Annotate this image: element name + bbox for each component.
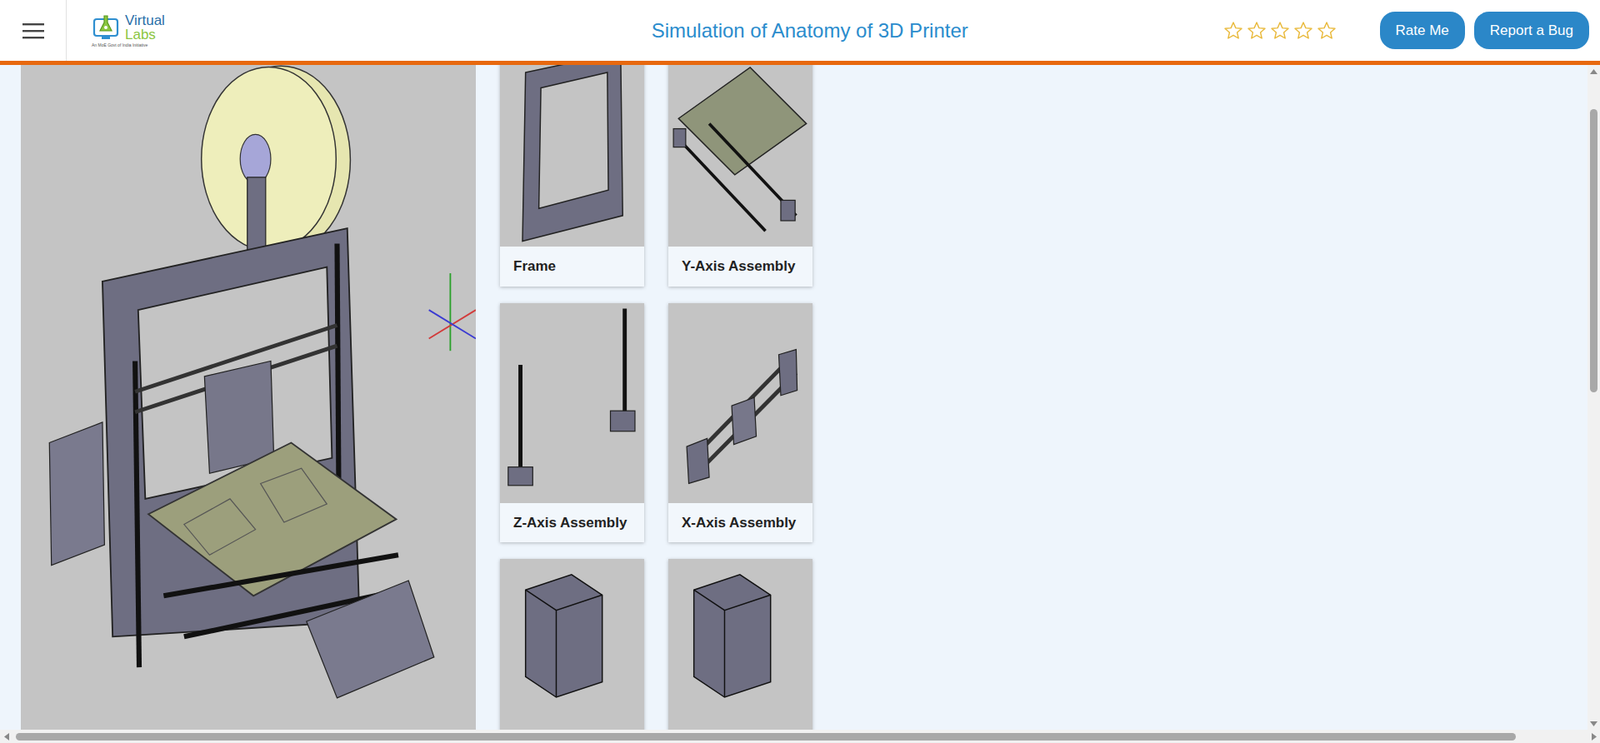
component-label[interactable]: Z-Axis Assembly [500,503,645,544]
z-axis-part-icon [500,303,645,504]
star-icon [1270,20,1290,41]
title-area: Simulation of Anatomy of 3D Printer [165,15,1224,46]
frame-part-icon [500,65,645,247]
component-label[interactable]: Frame [500,246,645,287]
component-card[interactable]: Frame [500,65,645,287]
scroll-right-icon [1587,733,1600,741]
top-bar: VirtualLabsAn MoE Govt of India Initiati… [0,0,1600,65]
logo[interactable]: VirtualLabsAn MoE Govt of India Initiati… [91,12,165,50]
rate-me-button[interactable]: Rate Me [1380,11,1465,50]
page-title: Simulation of Anatomy of 3D Printer [651,15,969,46]
box-part-icon [668,559,813,730]
printer-model-icon[interactable] [20,65,476,726]
scroll-left-icon [0,733,13,741]
report-bug-button[interactable]: Report a Bug [1474,11,1590,50]
rating-stars[interactable] [1223,20,1337,41]
star-icon [1223,20,1244,41]
printer-viewer[interactable] [20,65,476,730]
vertical-scrollbar[interactable] [1587,65,1600,730]
scroll-up-icon [1590,65,1598,78]
star-icon [1316,20,1337,41]
logo-tagline: An MoE Govt of India Initiative [91,42,148,50]
component-card[interactable]: Z-Axis Assembly [500,303,645,544]
x-axis-part-icon [668,303,813,504]
logo-icon [91,12,122,43]
menu-button[interactable] [0,0,67,61]
component-card[interactable]: X-Axis Assembly [668,303,813,544]
box-part-icon [500,559,645,730]
star-icon [1293,20,1314,41]
component-grid: Frame Y-Axis Assembly Z-Axis Assembly X-Axi… [500,65,813,730]
horizontal-scrollbar[interactable] [0,730,1600,743]
content: Frame Y-Axis Assembly Z-Axis Assembly X-Axi… [0,65,1588,730]
horizontal-scroll-thumb[interactable] [15,733,1516,741]
logo-line2: Labs [125,27,165,42]
y-axis-part-icon [668,65,813,247]
logo-row: VirtualLabs [91,12,165,43]
component-card[interactable] [500,559,645,730]
vertical-scroll-thumb[interactable] [1590,109,1598,393]
scroll-down-icon [1590,717,1598,730]
logo-line1: Virtual [125,13,165,28]
star-icon [1246,20,1267,41]
component-card[interactable]: Y-Axis Assembly [668,65,813,287]
component-card[interactable] [668,559,813,730]
logo-text: VirtualLabs [125,13,165,42]
hamburger-icon[interactable] [22,22,45,40]
component-label[interactable]: X-Axis Assembly [668,503,813,544]
component-label[interactable]: Y-Axis Assembly [668,246,813,287]
main-area: Frame Y-Axis Assembly Z-Axis Assembly X-Axi… [0,65,1600,730]
header-buttons: Rate MeReport a Bug [1380,11,1590,50]
